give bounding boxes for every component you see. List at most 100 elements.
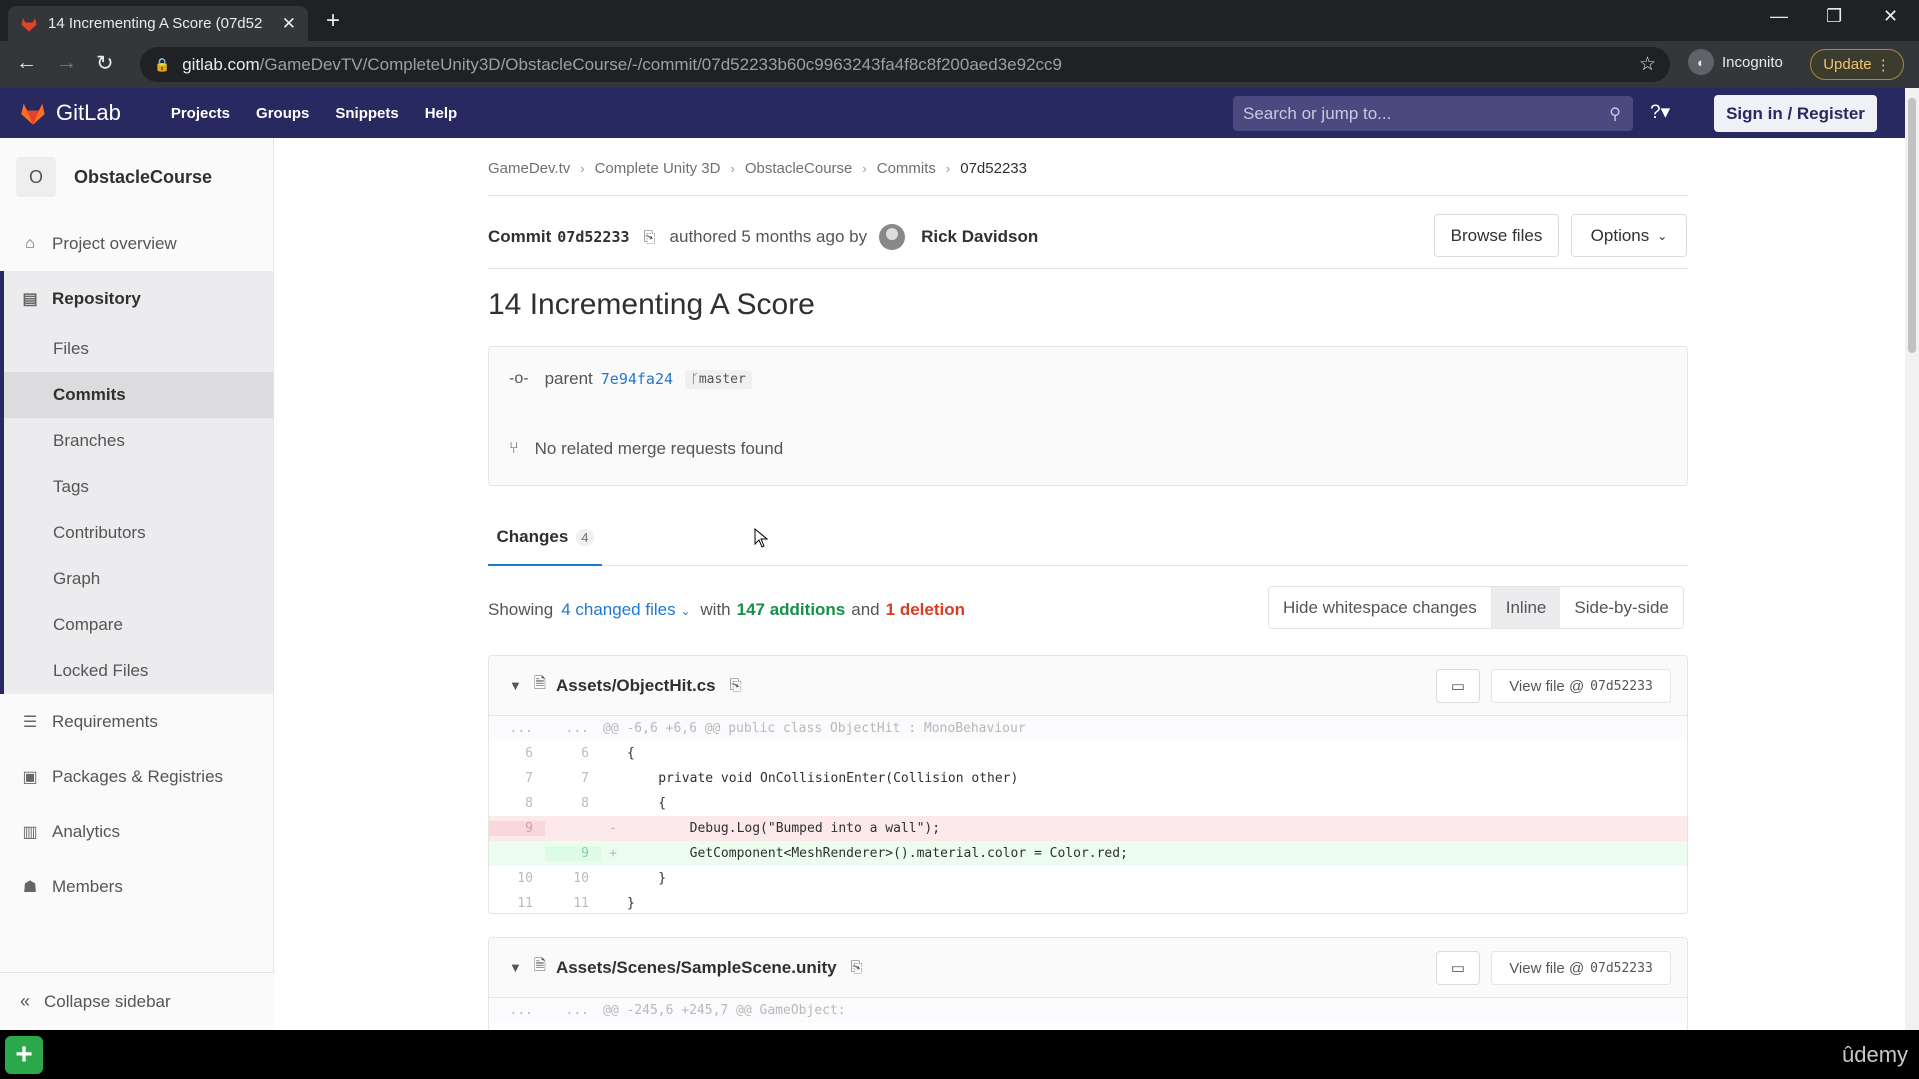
sign-in-button[interactable]: Sign in / Register [1714,95,1877,132]
browser-tab[interactable]: 14 Incrementing A Score (07d52 ✕ [8,6,308,41]
options-label: Options [1590,225,1650,245]
update-label: Update [1823,56,1872,73]
sidebar-subitem-contributors[interactable]: Contributors [4,510,273,556]
forward-icon[interactable]: → [56,51,77,75]
copy-path-icon[interactable]: ⎘ [851,959,863,976]
hunk-text: @@ -6,6 +6,6 @@ public class ObjectHit :… [603,721,1026,736]
tab-changes[interactable]: Changes 4 [488,510,602,566]
breadcrumb-current[interactable]: 07d52233 [960,160,1027,177]
update-button[interactable]: Update ⋮ [1810,49,1904,80]
browse-files-button[interactable]: Browse files [1434,214,1559,257]
old-line-number[interactable]: 6 [489,746,545,761]
sidebar-subitem-tags[interactable]: Tags [4,464,273,510]
old-line-number[interactable]: 8 [489,796,545,811]
reload-icon[interactable]: ↻ [96,51,114,76]
sidebar-subitem-compare[interactable]: Compare [4,602,273,648]
diff-line: 66 { [489,741,1687,766]
plus-icon[interactable]: + [5,1036,43,1074]
restore-icon[interactable]: ❐ [1826,6,1842,27]
sidebar-subitem-graph[interactable]: Graph [4,556,273,602]
old-line-number[interactable]: 7 [489,771,545,786]
diff-code: private void OnCollisionEnter(Collision … [627,771,1019,786]
sidebar-item-project-overview[interactable]: ⌂ Project overview [0,216,273,271]
minimize-icon[interactable]: — [1770,6,1788,27]
diff-code: GetComponent<MeshRenderer>().material.co… [627,846,1128,861]
sidebar-item-members[interactable]: ☗ Members [0,859,273,914]
sidebar-item-label: Project overview [52,233,177,253]
commit-node-icon: -o- [509,370,529,387]
gitlab-tanuki-icon [21,103,45,125]
sidebar-item-repository[interactable]: ▤ Repository [0,271,273,326]
diff-file-card: ▼ 🗎 Assets/Scenes/SampleScene.unity ⎘ ▭ … [488,937,1688,1030]
old-line-number[interactable]: 9 [489,821,545,836]
help-dropdown-icon[interactable]: ?▾ [1650,101,1670,124]
collapse-sidebar-button[interactable]: « Collapse sidebar [0,972,274,1030]
sidebar-subitem-commits[interactable]: Commits [4,372,273,418]
new-line-number[interactable]: 9 [545,846,601,861]
copy-path-icon[interactable]: ⎘ [730,677,742,694]
inline-view-button[interactable]: Inline [1491,587,1561,628]
diff-sign: - [609,821,617,836]
nav-help[interactable]: Help [425,105,458,122]
options-dropdown[interactable]: Options ⌄ [1571,214,1687,257]
comment-icon[interactable]: ▭ [1436,669,1480,703]
sidebar-item-packages[interactable]: ▣ Packages & Registries [0,749,273,804]
address-bar[interactable]: 🔒 gitlab.com/GameDevTV/CompleteUnity3D/O… [140,47,1670,82]
branch-badge[interactable]: ᚴmaster [685,369,752,389]
diff-file-path[interactable]: Assets/Scenes/SampleScene.unity [556,958,837,978]
chevron-down-icon[interactable]: ▼ [509,678,522,693]
search-input[interactable] [1243,103,1603,124]
gitlab-logo[interactable]: GitLab [18,99,121,127]
scrollbar-thumb[interactable] [1908,98,1916,353]
author-avatar[interactable] [879,224,906,250]
diff-file-path[interactable]: Assets/ObjectHit.cs [556,676,716,696]
back-icon[interactable]: ← [16,51,37,75]
mouse-cursor-icon [754,528,768,548]
new-line-number[interactable]: 8 [545,796,601,811]
sidebar-subitem-locked-files[interactable]: Locked Files [4,648,273,694]
view-file-sha: 07d52233 [1590,678,1653,694]
diff-code: } [627,896,635,911]
nav-projects[interactable]: Projects [171,105,230,122]
breadcrumb-subgroup[interactable]: Complete Unity 3D [595,160,721,177]
old-line-number[interactable]: 11 [489,896,545,911]
side-by-side-button[interactable]: Side-by-side [1560,587,1683,628]
page-scrollbar[interactable] [1905,88,1919,1030]
comment-icon[interactable]: ▭ [1436,951,1480,985]
window-close-icon[interactable]: ✕ [1883,6,1898,27]
search-box: ⚲ [1233,96,1633,131]
sidebar-project-header[interactable]: O ObstacleCourse [0,138,273,216]
sidebar-subitem-files[interactable]: Files [4,326,273,372]
commit-title: 14 Incrementing A Score [488,288,815,321]
incognito-indicator[interactable]: ◐ Incognito [1688,49,1783,75]
view-file-button[interactable]: View file @ 07d52233 [1491,951,1671,985]
breadcrumb-project[interactable]: ObstacleCourse [745,160,853,177]
sidebar-subitem-branches[interactable]: Branches [4,418,273,464]
parent-sha-link[interactable]: 7e94fa24 [601,370,673,388]
tab-close-icon[interactable]: ✕ [282,14,296,34]
sidebar-item-requirements[interactable]: ☰ Requirements [0,694,273,749]
sidebar-item-analytics[interactable]: ▥ Analytics [0,804,273,859]
new-line-number[interactable]: 10 [545,871,601,886]
gitlab-header: GitLab Projects Groups Snippets Help ⚲ ?… [0,88,1905,138]
nav-snippets[interactable]: Snippets [335,105,398,122]
view-file-button[interactable]: View file @ 07d52233 [1491,669,1671,703]
hide-whitespace-button[interactable]: Hide whitespace changes [1269,587,1492,628]
changed-files-dropdown[interactable]: 4 changed files ⌄ [561,600,690,620]
copy-sha-icon[interactable]: ⎘ [644,229,656,246]
search-icon[interactable]: ⚲ [1609,104,1621,124]
summary-showing: Showing [488,600,554,619]
old-line-number[interactable]: 10 [489,871,545,886]
breadcrumb-group[interactable]: GameDev.tv [488,160,570,177]
merge-requests-text: No related merge requests found [534,439,784,458]
new-tab-icon[interactable]: + [326,7,340,35]
new-line-number[interactable]: 6 [545,746,601,761]
breadcrumb-commits[interactable]: Commits [877,160,936,177]
divider [488,195,1688,196]
chevron-down-icon[interactable]: ▼ [509,960,522,975]
author-name[interactable]: Rick Davidson [921,227,1038,247]
bookmark-star-icon[interactable]: ☆ [1639,53,1656,76]
nav-groups[interactable]: Groups [256,105,309,122]
new-line-number[interactable]: 7 [545,771,601,786]
new-line-number[interactable]: 11 [545,896,601,911]
